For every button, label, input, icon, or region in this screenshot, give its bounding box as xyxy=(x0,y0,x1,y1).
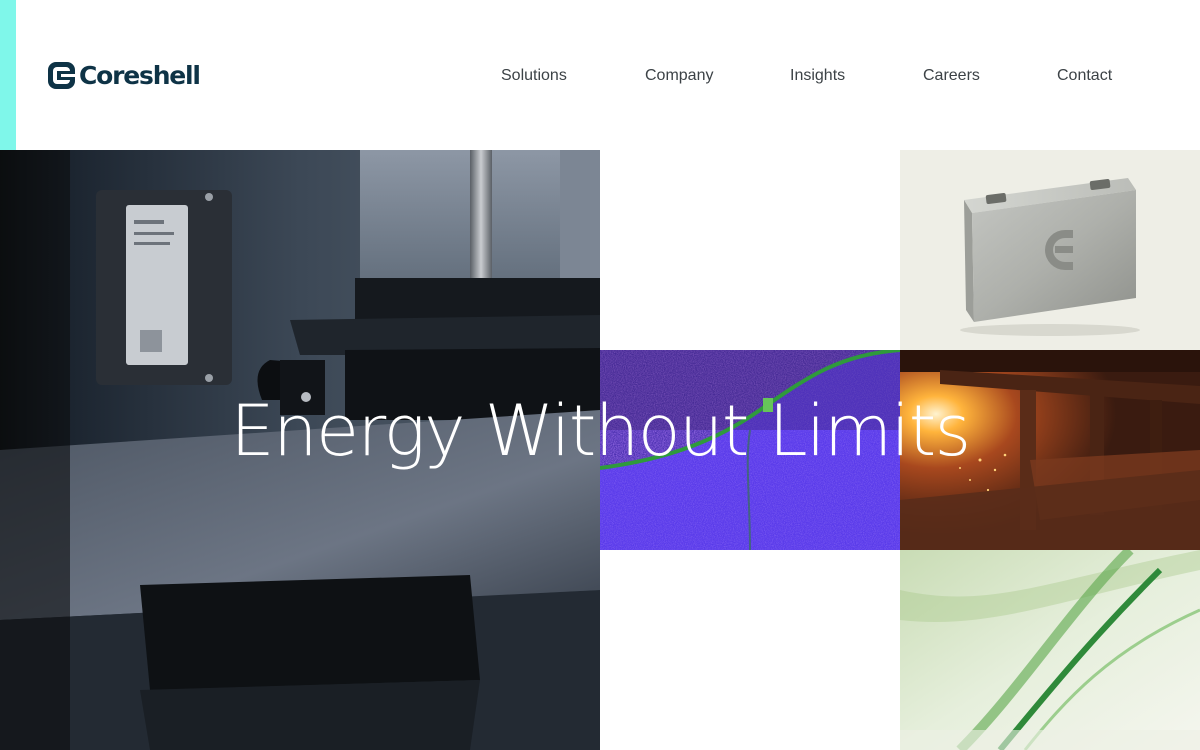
nav-item-company[interactable]: Company xyxy=(645,66,713,86)
main-nav: Solutions Company Insights Careers Conta… xyxy=(0,66,1200,86)
abstract-green-image xyxy=(900,550,1200,750)
green-fiber-photo xyxy=(900,550,1200,750)
blank-tile-bottom xyxy=(600,550,900,750)
blank-tile-top xyxy=(600,150,900,350)
hero-title: Energy Without Limits xyxy=(230,390,971,472)
nav-item-contact[interactable]: Contact xyxy=(1057,66,1112,86)
battery-cell-photo xyxy=(900,150,1200,350)
nav-item-insights[interactable]: Insights xyxy=(790,66,845,86)
nav-item-careers[interactable]: Careers xyxy=(923,66,980,86)
battery-cell-image xyxy=(900,150,1200,350)
site-header: Coreshell Solutions Company Insights Car… xyxy=(0,0,1200,150)
nav-item-solutions[interactable]: Solutions xyxy=(501,66,567,86)
